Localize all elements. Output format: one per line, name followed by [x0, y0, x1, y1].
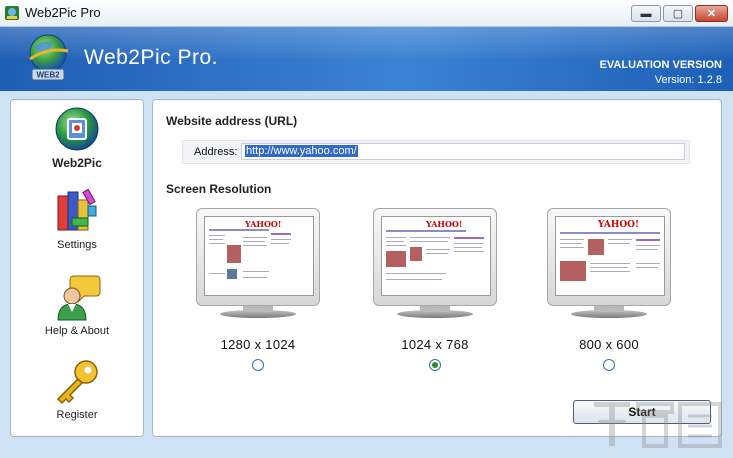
logo-text: WEB2 — [36, 71, 60, 80]
address-row: Address: http://www.yahoo.com/ — [182, 140, 690, 164]
sidebar-item-web2pic[interactable]: Web2Pic — [11, 105, 143, 170]
page-thumbnail: YAHOO! — [381, 216, 491, 296]
resolution-option-1024x768[interactable]: YAHOO! 1024 x 768 — [373, 208, 497, 371]
sidebar-item-settings[interactable]: Settings — [11, 188, 143, 251]
resolution-label: 800 x 600 — [579, 337, 639, 352]
resolution-radio[interactable] — [429, 359, 441, 371]
version-label: Version: 1.2.8 — [654, 74, 722, 86]
thumbnail-logo: YAHOO! — [598, 220, 639, 230]
header-banner: WEB2 Web2Pic Pro. EVALUATION VERSION Ver… — [0, 27, 733, 91]
monitor-preview: YAHOO! — [196, 208, 320, 320]
sidebar-item-label: Help & About — [44, 325, 110, 337]
settings-blocks-icon — [57, 188, 97, 231]
maximize-button[interactable]: ▢ — [663, 5, 693, 22]
monitor-base — [220, 310, 296, 318]
page-thumbnail: YAHOO! — [204, 216, 314, 296]
sidebar-item-label: Web2Pic — [52, 156, 102, 170]
watermark-logo-icon — [594, 402, 722, 448]
sidebar-item-label: Register — [56, 409, 98, 421]
sidebar-item-register[interactable]: Register — [11, 358, 143, 421]
app-name: Web2Pic Pro. — [84, 46, 218, 69]
monitor-frame: YAHOO! — [373, 208, 497, 306]
monitor-preview: YAHOO! — [547, 208, 671, 320]
main-panel: Website address (URL) Address: http://ww… — [152, 99, 722, 437]
edition-label: EVALUATION VERSION — [599, 59, 722, 71]
app-icon — [5, 6, 19, 20]
title-bar[interactable]: Web2Pic Pro ▬ ▢ ✕ — [0, 0, 733, 27]
window-title: Web2Pic Pro — [25, 5, 101, 20]
sidebar: Web2Pic Settings Help & About Register — [10, 99, 144, 437]
resolution-label: 1280 x 1024 — [220, 337, 296, 352]
address-input[interactable] — [241, 143, 685, 160]
page-thumbnail: YAHOO! — [555, 216, 665, 296]
sidebar-item-help-about[interactable]: Help & About — [11, 272, 143, 337]
resolution-radio[interactable] — [603, 359, 615, 371]
monitor-base — [571, 310, 647, 318]
globe-logo-icon: WEB2 — [29, 34, 69, 81]
address-label: Address: — [194, 146, 238, 158]
app-window: Web2Pic Pro ▬ ▢ ✕ WEB2 Web2Pic Pro. EVAL… — [0, 0, 733, 458]
resolution-option-800x600[interactable]: YAHOO! 800 x 600 — [547, 208, 671, 371]
thumbnail-logo: YAHOO! — [245, 219, 282, 229]
resolution-label: 1024 x 768 — [401, 337, 469, 352]
resolution-radio[interactable] — [252, 359, 264, 371]
key-icon — [56, 360, 98, 405]
thumbnail-logo: YAHOO! — [426, 219, 463, 229]
monitor-base — [397, 310, 473, 318]
monitor-frame: YAHOO! — [196, 208, 320, 306]
minimize-button[interactable]: ▬ — [631, 5, 661, 22]
help-person-icon — [57, 275, 101, 321]
url-section-title: Website address (URL) — [166, 114, 298, 128]
monitor-preview: YAHOO! — [373, 208, 497, 320]
resolution-section-title: Screen Resolution — [166, 182, 272, 196]
close-button[interactable]: ✕ — [695, 5, 728, 22]
monitor-frame: YAHOO! — [547, 208, 671, 306]
sidebar-item-label: Settings — [57, 239, 97, 251]
resolution-option-1280x1024[interactable]: YAHOO! 1280 x 1024 — [196, 208, 320, 371]
globe-photo-icon — [55, 107, 99, 151]
